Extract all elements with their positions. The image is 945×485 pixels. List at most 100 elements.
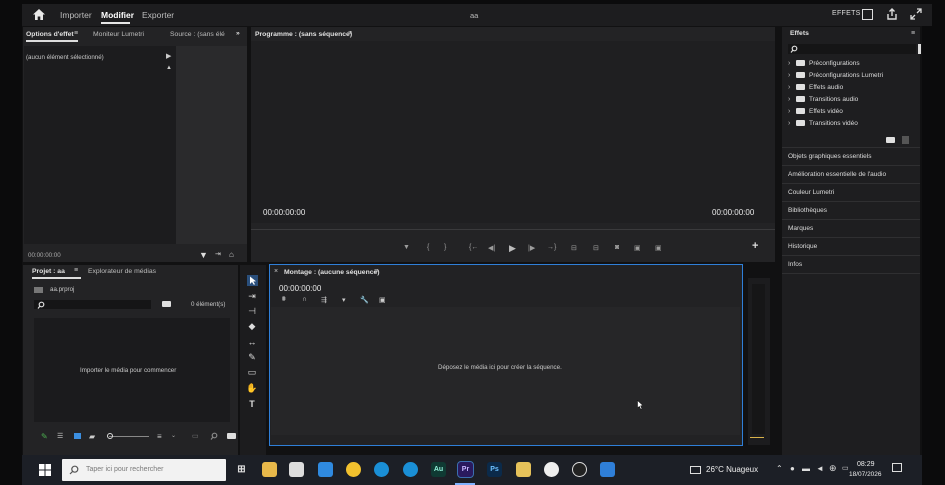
tab-source[interactable]: Source : (sans élé (170, 31, 225, 38)
clock-date[interactable]: 18/07/2026 (849, 471, 882, 478)
audition-icon[interactable]: Au (431, 462, 446, 477)
timeline-title[interactable]: Montage : (aucune séquence) (284, 269, 380, 276)
more-panels-icon[interactable]: » (236, 30, 240, 37)
chat-icon[interactable] (544, 462, 559, 477)
ripple-edit-tool-icon[interactable]: ⊣ (246, 306, 258, 317)
freeform-view-icon[interactable]: ▰ (89, 432, 95, 441)
scroll-up-icon[interactable]: ▲ (166, 65, 172, 71)
selection-tool-icon[interactable] (247, 275, 258, 286)
snap-icon[interactable]: ∩ (302, 296, 307, 303)
windows-start-icon[interactable] (39, 464, 51, 476)
add-marker-icon[interactable]: ▼ (403, 244, 410, 251)
panel-libraries[interactable]: Bibliothèques (788, 207, 827, 214)
zoom-slider-handle[interactable] (107, 433, 113, 439)
play-only-icon[interactable]: ▶ (166, 52, 171, 60)
taskbar-search-box[interactable]: Taper ici pour rechercher (62, 459, 226, 481)
close-icon[interactable]: × (274, 268, 278, 275)
timeline-timecode[interactable]: 00:00:00:00 (279, 284, 321, 293)
edge-beta-icon[interactable] (403, 462, 418, 477)
zoom-slider[interactable] (109, 436, 149, 437)
panel-essential-graphics[interactable]: Objets graphiques essentiels (788, 153, 871, 160)
go-to-in-icon[interactable]: {← (469, 244, 478, 251)
pen-icon[interactable]: ✎ (41, 432, 48, 441)
chrome-icon[interactable] (346, 462, 361, 477)
effects-folder-item[interactable]: › Effets audio (788, 84, 843, 91)
icon-view-icon[interactable] (74, 433, 81, 439)
slip-tool-icon[interactable]: ↔ (246, 337, 258, 348)
notifications-icon[interactable] (892, 463, 902, 472)
razor-tool-icon[interactable]: ◆ (246, 321, 258, 332)
mark-in-icon[interactable]: { (427, 244, 429, 251)
nest-icon[interactable]: ⩩ (282, 296, 286, 304)
tray-icon[interactable]: ⌂ (229, 250, 234, 259)
notes-icon[interactable] (516, 462, 531, 477)
project-search-field[interactable] (34, 300, 151, 309)
sort-icon[interactable]: ≡ (157, 432, 162, 441)
panel-menu-icon[interactable]: ≡ (74, 30, 78, 37)
panel-menu-icon[interactable]: ≡ (374, 268, 378, 275)
remote-desktop-icon[interactable] (600, 462, 615, 477)
timeline-drop-area[interactable] (271, 307, 740, 435)
program-timecode-current[interactable]: 00:00:00:00 (263, 208, 305, 217)
quick-export-icon[interactable] (862, 9, 873, 20)
program-viewer[interactable] (251, 41, 775, 223)
tab-effect-options[interactable]: Options d'effet (26, 31, 74, 38)
battery-icon[interactable]: ▬ (802, 464, 810, 473)
photoshop-icon[interactable]: Ps (487, 462, 502, 477)
tab-project[interactable]: Projet : aa (32, 268, 65, 275)
pen-tool-icon[interactable]: ✎ (246, 352, 258, 363)
panel-info[interactable]: Infos (788, 261, 802, 268)
linked-selection-icon[interactable]: ⇶ (321, 296, 327, 304)
keyboard-icon[interactable]: ▭ (842, 464, 849, 472)
tab-modifier[interactable]: Modifier (101, 10, 134, 20)
filter-icon[interactable]: ▼ (199, 250, 208, 260)
camera-icon[interactable]: ◙ (615, 244, 619, 251)
effects-folder-item[interactable]: › Transitions audio (788, 96, 858, 103)
proxy-icon[interactable]: ▣ (655, 244, 662, 252)
automate-icon[interactable]: ▭ (192, 432, 199, 440)
type-tool-icon[interactable]: T (246, 399, 258, 410)
program-monitor-title[interactable]: Programme : (sans séquence) (255, 31, 352, 38)
lift-icon[interactable]: ⊟ (571, 244, 577, 252)
playhead-bar[interactable] (251, 229, 775, 230)
effects-panel-title[interactable]: Effets (790, 30, 809, 37)
tray-chevron-icon[interactable]: ⌃ (776, 464, 783, 473)
weather-text[interactable]: 26°C Nuageux (706, 465, 758, 474)
home-icon[interactable] (32, 8, 46, 21)
effects-folder-item[interactable]: › Transitions vidéo (788, 120, 858, 127)
play-icon[interactable]: ▶ (509, 243, 516, 254)
hand-tool-icon[interactable]: ✋ (246, 383, 258, 394)
panel-markers[interactable]: Marques (788, 225, 813, 232)
go-to-out-icon[interactable]: →} (547, 244, 556, 251)
step-back-icon[interactable]: ◀| (488, 244, 495, 252)
clock-time[interactable]: 08:29 (857, 461, 875, 468)
panel-menu-icon[interactable]: ≡ (74, 267, 78, 274)
find-icon[interactable] (210, 432, 218, 440)
workspace-label[interactable]: EFFETS (832, 10, 861, 17)
new-bin-icon[interactable] (162, 301, 171, 307)
microphone-icon[interactable]: ● (790, 464, 795, 473)
tab-media-browser[interactable]: Explorateur de médias (88, 268, 156, 275)
obs-icon[interactable] (572, 462, 587, 477)
store-icon[interactable] (289, 462, 304, 477)
mark-out-icon[interactable]: } (444, 244, 446, 251)
share-icon[interactable] (886, 8, 898, 20)
panel-lumetri-color[interactable]: Couleur Lumetri (788, 189, 834, 196)
chevron-down-icon[interactable]: ⌄ (171, 432, 176, 439)
mail-icon[interactable] (318, 462, 333, 477)
effects-folder-item[interactable]: › Préconfigurations Lumetri (788, 72, 883, 79)
add-button-icon[interactable]: + (752, 240, 758, 252)
add-marker-icon[interactable]: ▾ (342, 296, 346, 304)
network-icon[interactable]: ⊕ (829, 463, 837, 474)
trash-icon[interactable] (902, 136, 909, 144)
rectangle-tool-icon[interactable]: ▭ (246, 367, 258, 378)
new-bin-icon[interactable] (886, 137, 895, 143)
effect-timecode[interactable]: 00:00:00:00 (28, 252, 61, 259)
panel-menu-icon[interactable]: ≡ (911, 30, 915, 37)
tab-exporter[interactable]: Exporter (142, 10, 174, 20)
fullscreen-icon[interactable] (910, 8, 922, 20)
new-bin-icon[interactable] (227, 433, 236, 439)
wrench-icon[interactable]: 🔧 (360, 296, 369, 304)
task-view-icon[interactable]: ⊞ (234, 462, 249, 477)
panel-essential-sound[interactable]: Amélioration essentielle de l'audio (788, 171, 886, 178)
